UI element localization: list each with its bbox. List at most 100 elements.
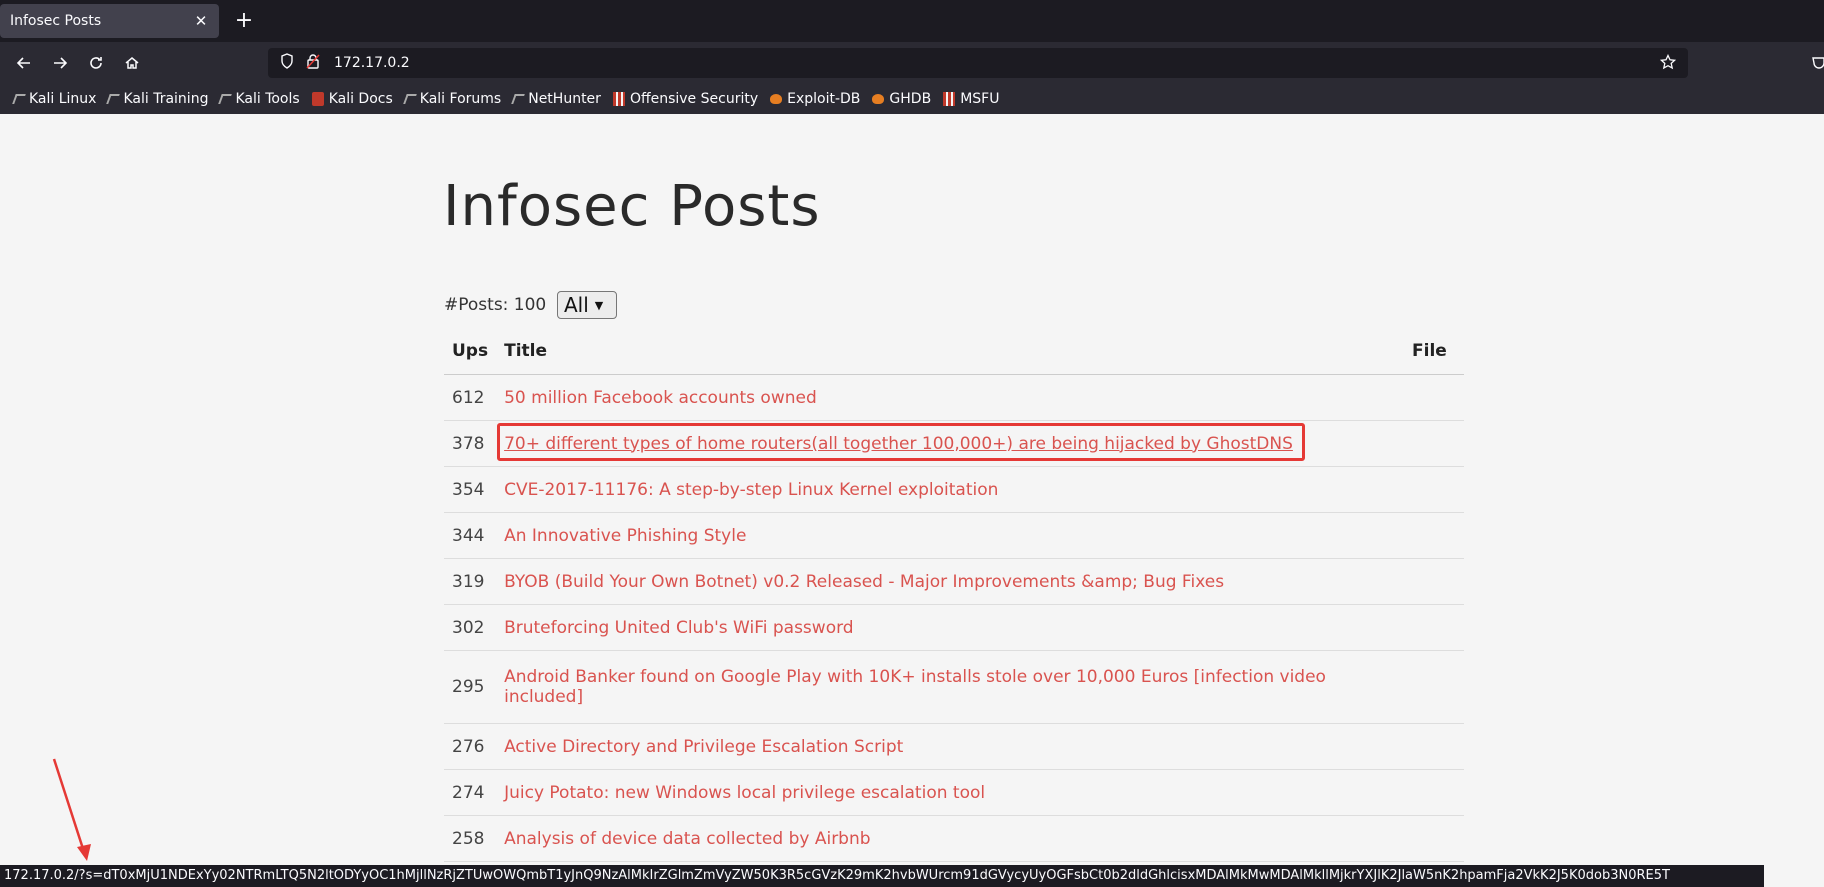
file-cell xyxy=(1404,466,1464,513)
table-row: 295 Android Banker found on Google Play … xyxy=(444,650,1464,724)
ups-count: 612 xyxy=(444,374,497,421)
forward-arrow-icon[interactable] xyxy=(48,51,72,75)
ups-count: 354 xyxy=(444,466,497,513)
close-tab-icon[interactable]: ✕ xyxy=(193,12,209,30)
ups-count: 302 xyxy=(444,604,497,651)
nethunter-icon xyxy=(511,94,526,104)
tab-infosec-posts[interactable]: Infosec Posts ✕ xyxy=(0,4,219,38)
bookmark-ghdb[interactable]: GHDB xyxy=(872,91,931,107)
kali-dragon-icon xyxy=(402,94,417,104)
table-row: 612 50 million Facebook accounts owned xyxy=(444,374,1464,421)
post-title-link[interactable]: 70+ different types of home routers(all … xyxy=(504,434,1293,454)
table-row: 274 Juicy Potato: new Windows local priv… xyxy=(444,769,1464,816)
table-row: 258 Analysis of device data collected by… xyxy=(444,815,1464,862)
msfu-icon xyxy=(943,92,956,106)
ghdb-icon xyxy=(872,94,885,104)
tab-title: Infosec Posts xyxy=(10,13,102,29)
kali-docs-icon xyxy=(311,92,324,106)
bookmark-star-icon[interactable] xyxy=(1659,53,1677,74)
post-title-link[interactable]: Juicy Potato: new Windows local privileg… xyxy=(504,783,985,803)
file-cell xyxy=(1404,374,1464,421)
table-row: 276 Active Directory and Privilege Escal… xyxy=(444,723,1464,770)
column-header-title: Title xyxy=(496,328,1404,375)
post-title-link[interactable]: BYOB (Build Your Own Botnet) v0.2 Releas… xyxy=(504,572,1224,592)
navigation-toolbar: 172.17.0.2 xyxy=(0,42,1824,84)
url-text: 172.17.0.2 xyxy=(334,55,410,71)
file-cell xyxy=(1404,650,1464,724)
table-row: 354 CVE-2017-11176: A step-by-step Linux… xyxy=(444,466,1464,513)
link-status-bar: 172.17.0.2/?s=dT0xMjU1NDExYy02NTRmLTQ5N2… xyxy=(0,865,1764,887)
bookmark-exploit-db[interactable]: Exploit-DB xyxy=(770,91,860,107)
post-title-link[interactable]: Analysis of device data collected by Air… xyxy=(504,829,870,849)
kali-dragon-icon xyxy=(218,94,233,104)
bookmark-label: Kali Linux xyxy=(29,91,97,107)
table-row: 344 An Innovative Phishing Style xyxy=(444,512,1464,559)
bookmarks-toolbar: Kali Linux Kali Training Kali Tools Kali… xyxy=(0,84,1824,114)
bookmark-label: Kali Training xyxy=(123,91,209,107)
bookmark-label: Kali Docs xyxy=(328,91,393,107)
post-title-link[interactable]: Active Directory and Privilege Escalatio… xyxy=(504,737,903,757)
column-header-file: File xyxy=(1404,328,1464,375)
bookmark-label: NetHunter xyxy=(528,91,601,107)
posts-table: Ups Title File 612 50 million Facebook a… xyxy=(444,328,1464,862)
home-icon[interactable] xyxy=(120,51,144,75)
ups-count: 344 xyxy=(444,512,497,559)
ups-count: 378 xyxy=(444,420,497,467)
post-title-link[interactable]: 50 million Facebook accounts owned xyxy=(504,388,817,408)
file-cell xyxy=(1404,558,1464,605)
bookmark-kali-tools[interactable]: Kali Tools xyxy=(218,91,300,107)
ups-count: 295 xyxy=(444,650,497,724)
file-cell xyxy=(1404,604,1464,651)
bookmark-offensive-security[interactable]: Offensive Security xyxy=(612,91,759,107)
exploitdb-icon xyxy=(770,94,783,104)
table-header-row: Ups Title File xyxy=(444,328,1464,375)
file-cell xyxy=(1404,723,1464,770)
bookmark-nethunter[interactable]: NetHunter xyxy=(511,91,601,107)
page-title: Infosec Posts xyxy=(443,174,821,239)
bookmark-label: Exploit-DB xyxy=(787,91,861,107)
ups-count: 319 xyxy=(444,558,497,605)
chevron-down-icon: ▼ xyxy=(594,298,604,312)
table-row: 302 Bruteforcing United Club's WiFi pass… xyxy=(444,604,1464,651)
offsec-icon xyxy=(612,92,625,106)
bookmark-label: GHDB xyxy=(889,91,932,107)
bookmark-kali-docs[interactable]: Kali Docs xyxy=(311,91,393,107)
ups-count: 274 xyxy=(444,769,497,816)
table-row: 319 BYOB (Build Your Own Botnet) v0.2 Re… xyxy=(444,558,1464,605)
tab-strip: Infosec Posts ✕ + xyxy=(0,0,1824,42)
bookmark-kali-forums[interactable]: Kali Forums xyxy=(402,91,502,107)
insecure-lock-icon[interactable] xyxy=(306,53,320,73)
table-row: 378 70+ different types of home routers(… xyxy=(444,420,1464,467)
file-cell xyxy=(1404,420,1464,467)
bookmark-label: Kali Tools xyxy=(235,91,300,107)
kali-dragon-icon xyxy=(106,94,121,104)
shield-icon[interactable] xyxy=(280,53,294,73)
kali-dragon-icon xyxy=(12,94,26,104)
new-tab-icon[interactable]: + xyxy=(232,7,256,35)
post-title-link[interactable]: Android Banker found on Google Play with… xyxy=(504,667,1326,707)
post-title-link[interactable]: Bruteforcing United Club's WiFi password xyxy=(504,618,853,638)
bookmark-kali-training[interactable]: Kali Training xyxy=(106,91,209,107)
annotation-arrow-icon xyxy=(52,758,91,861)
file-cell xyxy=(1404,512,1464,559)
pocket-icon[interactable] xyxy=(1812,55,1824,75)
column-header-ups: Ups xyxy=(444,328,497,375)
ups-count: 258 xyxy=(444,815,497,862)
bookmark-kali-linux[interactable]: Kali Linux xyxy=(12,91,97,107)
bookmark-msfu[interactable]: MSFU xyxy=(943,91,999,107)
post-title-link[interactable]: CVE-2017-11176: A step-by-step Linux Ker… xyxy=(504,480,998,500)
page-content: Infosec Posts #Posts: 100 All ▼ Ups Titl… xyxy=(0,114,1824,887)
reload-icon[interactable] xyxy=(84,51,108,75)
post-title-link[interactable]: An Innovative Phishing Style xyxy=(504,526,746,546)
file-cell xyxy=(1404,769,1464,816)
address-bar[interactable]: 172.17.0.2 xyxy=(268,48,1688,78)
bookmark-label: MSFU xyxy=(960,91,1000,107)
filter-selected-value: All xyxy=(564,293,589,317)
ups-count: 276 xyxy=(444,723,497,770)
posts-count: #Posts: 100 xyxy=(444,295,547,315)
bookmark-label: Kali Forums xyxy=(419,91,502,107)
post-filter-select[interactable]: All ▼ xyxy=(557,291,617,319)
back-arrow-icon[interactable] xyxy=(12,51,36,75)
bookmark-label: Offensive Security xyxy=(629,91,759,107)
file-cell xyxy=(1404,815,1464,862)
